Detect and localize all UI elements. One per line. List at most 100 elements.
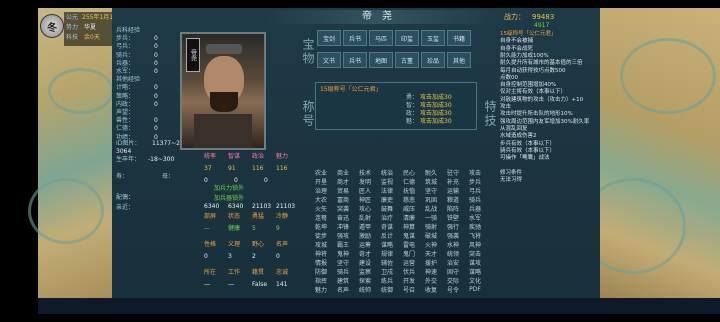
skill-cell[interactable]: 疾驰 (464, 222, 486, 231)
skill-cell[interactable]: 神算 (398, 222, 420, 231)
skill-cell[interactable]: 补充 (442, 177, 464, 186)
treasure-slot[interactable]: 兵书 (343, 52, 367, 68)
skill-cell[interactable]: 破城 (420, 231, 442, 240)
skill-cell[interactable]: 驻守 (442, 168, 464, 177)
skill-cell[interactable]: 强攻 (332, 231, 354, 240)
skill-cell[interactable]: 规律 (376, 249, 398, 258)
skill-cell[interactable]: 突袭 (332, 204, 354, 213)
skill-cell[interactable]: 农业 (310, 168, 332, 177)
skill-cell[interactable]: 筑城 (420, 177, 442, 186)
skill-cell[interactable]: 法律 (376, 186, 398, 195)
skill-cell[interactable]: 坚守 (420, 186, 442, 195)
treasure-slot[interactable]: 兵书 (343, 30, 367, 46)
treasure-slot[interactable]: 印玺 (395, 30, 419, 46)
skill-cell[interactable]: 开垦 (310, 177, 332, 186)
skill-cell[interactable]: 强袭 (442, 231, 464, 240)
skill-cell[interactable]: 发明 (354, 177, 376, 186)
treasure-slot[interactable]: 地图 (369, 52, 393, 68)
skill-cell[interactable]: 弓兵 (464, 186, 486, 195)
skill-cell[interactable]: 卫戍 (376, 267, 398, 276)
skill-cell[interactable]: 号召 (398, 285, 420, 294)
skill-cell[interactable]: 神匠 (354, 195, 376, 204)
treasure-slot[interactable]: 古董 (395, 52, 419, 68)
skill-cell[interactable]: 攻城 (310, 240, 332, 249)
treasure-slot[interactable]: 其他 (447, 52, 471, 68)
skill-cell[interactable]: 统领 (442, 249, 464, 258)
skill-cell[interactable]: 清廉 (398, 213, 420, 222)
skill-cell[interactable]: 耐久 (420, 168, 442, 177)
skill-cell[interactable]: 建筑 (332, 276, 354, 285)
skill-cell[interactable]: 神速 (420, 267, 442, 276)
treasure-slot[interactable]: 宝剑 (317, 30, 341, 46)
skill-cell[interactable]: 抚恤 (398, 186, 420, 195)
skill-cell[interactable]: 火神 (420, 240, 442, 249)
skill-cell[interactable]: 奋迅 (332, 213, 354, 222)
skill-cell[interactable]: 鬼谋 (398, 231, 420, 240)
skill-cell[interactable]: 技术 (354, 168, 376, 177)
skill-cell[interactable]: 连弩 (310, 213, 332, 222)
skill-cell[interactable]: 防御 (310, 267, 332, 276)
skill-cell[interactable]: 探索 (354, 276, 376, 285)
treasure-slot[interactable]: 书籍 (447, 30, 471, 46)
skill-cell[interactable]: 监视 (376, 177, 398, 186)
skill-cell[interactable]: 火矢 (310, 204, 332, 213)
skill-cell[interactable]: 天才 (420, 249, 442, 258)
skill-cell[interactable]: PDF (464, 285, 486, 294)
skill-cell[interactable]: 攻心 (354, 204, 376, 213)
skill-cell[interactable]: 冲锋 (332, 222, 354, 231)
skill-cell[interactable]: 骑兵 (464, 195, 486, 204)
skill-cell[interactable]: 乾坤 (310, 222, 332, 231)
skill-cell[interactable]: 建设 (354, 258, 376, 267)
skill-cell[interactable]: 巩固 (420, 195, 442, 204)
skill-cell[interactable]: 雷电 (398, 240, 420, 249)
skill-cell[interactable]: 步兵 (464, 177, 486, 186)
skill-cell[interactable]: 情报 (310, 258, 332, 267)
skill-cell[interactable]: 奇才 (354, 249, 376, 258)
skill-cell[interactable]: 统帅 (354, 285, 376, 294)
skill-cell[interactable]: 名声 (332, 285, 354, 294)
skill-cell[interactable]: 突击 (464, 249, 486, 258)
skill-cell[interactable]: 铁壁 (442, 213, 464, 222)
skill-cell[interactable]: 辅佐 (376, 258, 398, 267)
skill-cell[interactable]: 强行 (442, 222, 464, 231)
skill-cell[interactable]: 治疗 (376, 213, 398, 222)
skill-cell[interactable]: 骑兵 (332, 267, 354, 276)
skill-cell[interactable]: 乱射 (354, 213, 376, 222)
skill-cell[interactable]: 贸易 (332, 186, 354, 195)
skill-cell[interactable]: 粮道 (442, 195, 464, 204)
skill-cell[interactable]: 魅力 (310, 285, 332, 294)
skill-cell[interactable]: 廉吏 (376, 195, 398, 204)
skill-cell[interactable]: 指挥 (310, 276, 332, 285)
skill-cell[interactable]: 运输 (442, 186, 464, 195)
skill-cell[interactable]: 商才 (332, 177, 354, 186)
skill-cell[interactable]: 陷阵 (442, 204, 464, 213)
skill-cell[interactable]: 飞将 (464, 231, 486, 240)
skill-cell[interactable]: 外交 (420, 276, 442, 285)
skill-cell[interactable]: 霸王 (332, 240, 354, 249)
skill-cell[interactable]: 治安 (442, 258, 464, 267)
skill-cell[interactable]: 交际 (442, 276, 464, 285)
skill-cell[interactable]: 奇谋 (376, 222, 398, 231)
skill-cell[interactable]: 坚守 (332, 258, 354, 267)
treasure-slot[interactable]: 珍品 (421, 52, 445, 68)
skill-cell[interactable]: 匠人 (354, 186, 376, 195)
skill-cell[interactable]: 谋攻 (464, 258, 486, 267)
skill-cell[interactable]: 收复 (420, 285, 442, 294)
skill-cell[interactable]: 固守 (442, 267, 464, 276)
skill-cell[interactable]: 统御 (376, 285, 398, 294)
season-badge[interactable]: 冬 (40, 14, 64, 38)
treasure-slot[interactable]: 文书 (317, 52, 341, 68)
skill-cell[interactable]: 商业 (332, 168, 354, 177)
skill-cell[interactable]: 仁德 (398, 177, 420, 186)
skill-cell[interactable]: 大农 (310, 195, 332, 204)
treasure-slot[interactable]: 玉玺 (421, 30, 445, 46)
skill-cell[interactable]: 谋略 (376, 240, 398, 249)
skill-cell[interactable]: 神将 (310, 249, 332, 258)
skill-cell[interactable]: 治理 (310, 186, 332, 195)
skill-cell[interactable]: 徒步 (310, 231, 332, 240)
skill-cell[interactable]: 谋略 (464, 267, 486, 276)
skill-cell[interactable]: 乱战 (420, 204, 442, 213)
skill-cell[interactable]: 开发 (398, 276, 420, 285)
skill-cell[interactable]: 风神 (464, 240, 486, 249)
skill-cell[interactable]: 号令 (442, 285, 464, 294)
